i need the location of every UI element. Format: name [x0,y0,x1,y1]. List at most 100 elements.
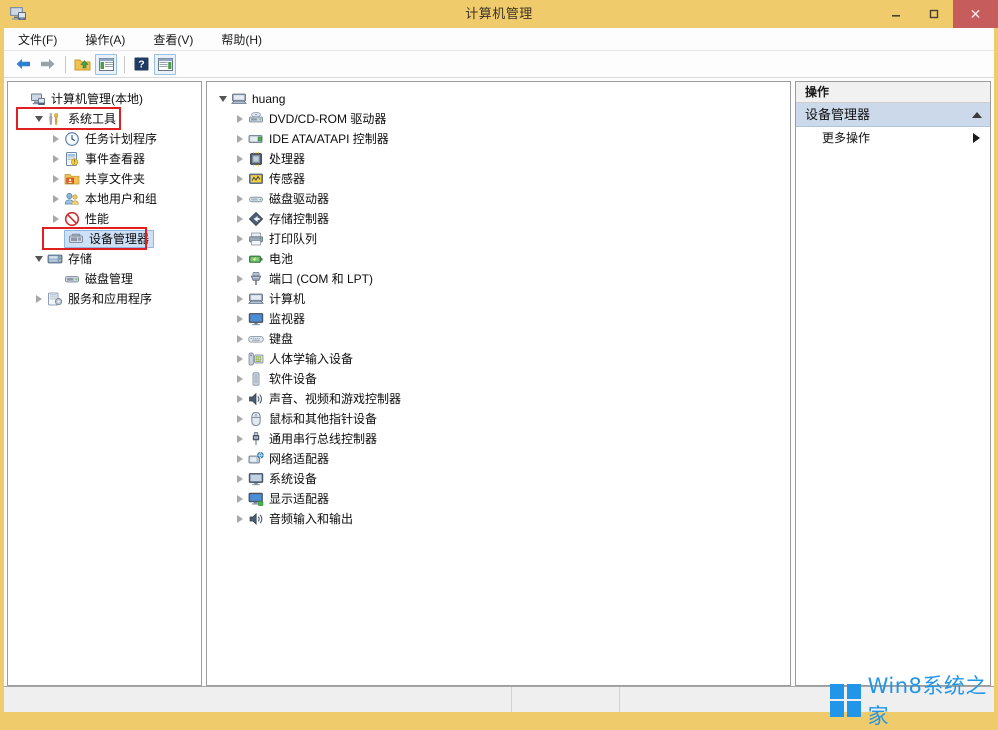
tree-item[interactable]: 计算机管理(本地) [8,89,201,109]
tree-item[interactable]: DVD/CD-ROM 驱动器 [207,109,790,129]
collapse-triangle-icon[interactable] [31,116,47,122]
menu-file[interactable]: 文件(F) [14,29,69,50]
show-action-pane-icon[interactable] [154,53,176,75]
expand-triangle-icon[interactable] [48,195,64,203]
tree-item[interactable]: 打印队列 [207,229,790,249]
tree-item-content[interactable]: 存储控制器 [248,210,329,228]
tree-item[interactable]: 共享文件夹 [8,169,201,189]
expand-triangle-icon[interactable] [232,255,248,263]
tree-item[interactable]: 本地用户和组 [8,189,201,209]
expand-triangle-icon[interactable] [232,115,248,123]
tree-item-content[interactable]: 服务和应用程序 [47,290,152,308]
maximize-button[interactable] [915,0,953,28]
tree-item[interactable]: 处理器 [207,149,790,169]
expand-triangle-icon[interactable] [232,295,248,303]
tree-item-content[interactable]: 计算机 [248,290,305,308]
tree-item-content[interactable]: 共享文件夹 [64,170,145,188]
tree-item-content[interactable]: 声音、视频和游戏控制器 [248,390,401,408]
tree-item[interactable]: 性能 [8,209,201,229]
tree-item-content[interactable]: ! 事件查看器 [64,150,145,168]
expand-triangle-icon[interactable] [232,195,248,203]
tree-item-content[interactable]: 音频输入和输出 [248,510,353,528]
close-button[interactable]: ✕ [953,0,998,28]
device-tree-pane[interactable]: huang DVD/CD-ROM 驱动器 IDE ATA/ATAPI 控制器 处理器传… [206,81,791,686]
tree-item-content[interactable]: 计算机管理(本地) [30,90,143,108]
tree-item[interactable]: 服务和应用程序 [8,289,201,309]
expand-triangle-icon[interactable] [232,495,248,503]
expand-triangle-icon[interactable] [232,335,248,343]
collapse-triangle-icon[interactable] [215,96,231,102]
expand-triangle-icon[interactable] [232,155,248,163]
tree-item[interactable]: 音频输入和输出 [207,509,790,529]
expand-triangle-icon[interactable] [232,275,248,283]
tree-item-content[interactable]: 监视器 [248,310,305,328]
tree-item-content[interactable]: 磁盘驱动器 [248,190,329,208]
tree-item[interactable]: 键盘 [207,329,790,349]
tree-item[interactable]: 存储控制器 [207,209,790,229]
expand-triangle-icon[interactable] [232,235,248,243]
tree-item[interactable]: 存储 [8,249,201,269]
minimize-button[interactable] [877,0,915,28]
tree-item-content[interactable]: 软件设备 [248,370,317,388]
tree-item[interactable]: 通用串行总线控制器 [207,429,790,449]
expand-triangle-icon[interactable] [48,155,64,163]
tree-item[interactable]: huang [207,89,790,109]
expand-triangle-icon[interactable] [48,135,64,143]
expand-triangle-icon[interactable] [232,215,248,223]
tree-item-content[interactable]: 任务计划程序 [64,130,157,148]
menu-view[interactable]: 查看(V) [149,29,205,50]
tree-item-content[interactable]: 打印队列 [248,230,317,248]
tree-item[interactable]: 监视器 [207,309,790,329]
tree-item-content[interactable]: 人体学输入设备 [248,350,353,368]
console-tree-pane[interactable]: 计算机管理(本地) 系统工具任务计划程序 ! 事件查看器 共享文件夹 本地用户和组 性能设备… [7,81,202,686]
tree-item[interactable]: 系统工具 [8,109,201,129]
help-icon[interactable]: ? [130,54,152,75]
show-hide-tree-icon[interactable] [95,53,117,75]
forward-arrow-icon[interactable] [36,54,58,75]
collapse-triangle-icon[interactable] [31,256,47,262]
expand-triangle-icon[interactable] [232,355,248,363]
tree-item-content[interactable]: 处理器 [248,150,305,168]
tree-item-content[interactable]: 通用串行总线控制器 [248,430,377,448]
tree-item-content[interactable]: 传感器 [248,170,305,188]
expand-triangle-icon[interactable] [232,435,248,443]
tree-item[interactable]: 端口 (COM 和 LPT) [207,269,790,289]
tree-item[interactable]: 鼠标和其他指针设备 [207,409,790,429]
menu-help[interactable]: 帮助(H) [217,29,274,50]
back-arrow-icon[interactable] [12,54,34,75]
actions-group-device-manager[interactable]: 设备管理器 [796,103,990,127]
tree-item[interactable]: 显示适配器 [207,489,790,509]
tree-item[interactable]: ! 事件查看器 [8,149,201,169]
tree-item-content[interactable]: 显示适配器 [248,490,329,508]
tree-item-content[interactable]: 鼠标和其他指针设备 [248,410,377,428]
tree-item-content[interactable]: 键盘 [248,330,293,348]
tree-item-content[interactable]: 存储 [47,250,92,268]
caret-up-icon[interactable] [972,111,982,118]
tree-item[interactable]: 磁盘驱动器 [207,189,790,209]
expand-triangle-icon[interactable] [48,175,64,183]
tree-item-selected[interactable]: 设备管理器 [64,230,155,248]
menu-action[interactable]: 操作(A) [81,29,137,50]
expand-triangle-icon[interactable] [232,395,248,403]
tree-item-content[interactable]: 性能 [64,210,109,228]
tree-item[interactable]: 声音、视频和游戏控制器 [207,389,790,409]
expand-triangle-icon[interactable] [48,215,64,223]
expand-triangle-icon[interactable] [232,515,248,523]
tree-item-content[interactable]: 电池 [248,250,293,268]
expand-triangle-icon[interactable] [232,415,248,423]
tree-item[interactable]: 任务计划程序 [8,129,201,149]
tree-item[interactable]: 传感器 [207,169,790,189]
up-folder-icon[interactable] [71,54,93,75]
expand-triangle-icon[interactable] [232,315,248,323]
tree-item-content[interactable]: 磁盘管理 [64,270,133,288]
tree-item[interactable]: 系统设备 [207,469,790,489]
tree-item-content[interactable]: 系统设备 [248,470,317,488]
tree-item[interactable]: 网络适配器 [207,449,790,469]
tree-item[interactable]: 计算机 [207,289,790,309]
expand-triangle-icon[interactable] [232,455,248,463]
tree-item-content[interactable]: 系统工具 [47,110,116,128]
tree-item[interactable]: 软件设备 [207,369,790,389]
action-more-actions[interactable]: 更多操作 [796,127,990,149]
expand-triangle-icon[interactable] [232,175,248,183]
tree-item[interactable]: 设备管理器 [8,229,201,249]
